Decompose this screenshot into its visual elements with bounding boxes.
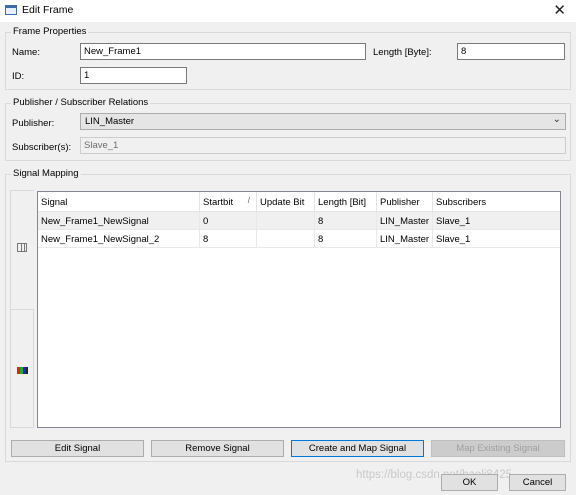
cell-subscribers: Slave_1	[436, 216, 471, 227]
window-app-icon	[5, 5, 17, 15]
title-bar: Edit Frame ✕	[0, 0, 576, 22]
cell-length: 8	[315, 212, 377, 230]
subscriber-field: Slave_1	[80, 137, 566, 154]
id-input[interactable]: 1	[80, 67, 187, 84]
publisher-select[interactable]: LIN_Master ⌄	[80, 113, 566, 130]
tab-signal-list[interactable]	[11, 191, 34, 309]
create-map-signal-button[interactable]: Create and Map Signal	[291, 440, 424, 457]
grid-view-icon	[17, 243, 27, 252]
sort-indicator-icon: /	[247, 196, 250, 205]
cell-signal: New_Frame1_NewSignal	[38, 212, 200, 230]
name-input[interactable]: New_Frame1	[80, 43, 366, 60]
id-label: ID:	[12, 71, 25, 82]
cell-startbit: 8	[200, 230, 257, 248]
signal-mapping-title: Signal Mapping	[11, 168, 81, 179]
relations-title: Publisher / Subscriber Relations	[11, 97, 151, 108]
color-bits-icon[interactable]	[17, 367, 28, 374]
cell-length: 8	[315, 230, 377, 248]
col-startbit-label: Startbit	[203, 197, 234, 208]
cell-startbit: 0	[200, 212, 257, 230]
signal-view-tabs	[10, 190, 34, 428]
col-signal[interactable]: Signal	[38, 192, 200, 212]
cell-update-bit	[257, 230, 315, 248]
cancel-button[interactable]: Cancel	[509, 474, 566, 491]
map-existing-signal-button[interactable]: Map Existing Signal	[431, 440, 565, 457]
col-startbit[interactable]: Startbit /	[200, 192, 257, 212]
frame-properties-title: Frame Properties	[11, 26, 89, 37]
table-header: Signal Startbit / Update Bit Length [Bit…	[38, 192, 560, 212]
close-icon[interactable]: ✕	[553, 1, 566, 19]
table-row[interactable]: New_Frame1_NewSignal_2 8 8 LIN_Master Sl…	[38, 230, 560, 248]
cell-publisher: LIN_Master	[377, 230, 433, 248]
length-byte-input[interactable]: 8	[457, 43, 565, 60]
col-publisher[interactable]: Publisher	[377, 192, 433, 212]
edit-signal-button[interactable]: Edit Signal	[11, 440, 144, 457]
table-row[interactable]: New_Frame1_NewSignal 0 8 LIN_Master Slav…	[38, 212, 560, 230]
length-byte-label: Length [Byte]:	[373, 47, 432, 58]
publisher-label: Publisher:	[12, 118, 55, 129]
window-title: Edit Frame	[22, 4, 74, 16]
signal-table: Signal Startbit / Update Bit Length [Bit…	[37, 191, 561, 428]
col-length-bit[interactable]: Length [Bit]	[315, 192, 377, 212]
ok-button[interactable]: OK	[441, 474, 498, 491]
col-update-bit[interactable]: Update Bit	[257, 192, 315, 212]
name-label: Name:	[12, 47, 40, 58]
col-subscribers[interactable]: Subscribers	[433, 192, 560, 212]
cell-signal: New_Frame1_NewSignal_2	[38, 230, 200, 248]
cell-publisher: LIN_Master	[377, 212, 433, 230]
chevron-down-icon: ⌄	[552, 114, 561, 125]
cell-update-bit	[257, 212, 315, 230]
remove-signal-button[interactable]: Remove Signal	[151, 440, 284, 457]
publisher-value: LIN_Master	[85, 116, 135, 127]
subscriber-label: Subscriber(s):	[12, 142, 72, 153]
cell-subscribers: Slave_1	[436, 234, 471, 245]
